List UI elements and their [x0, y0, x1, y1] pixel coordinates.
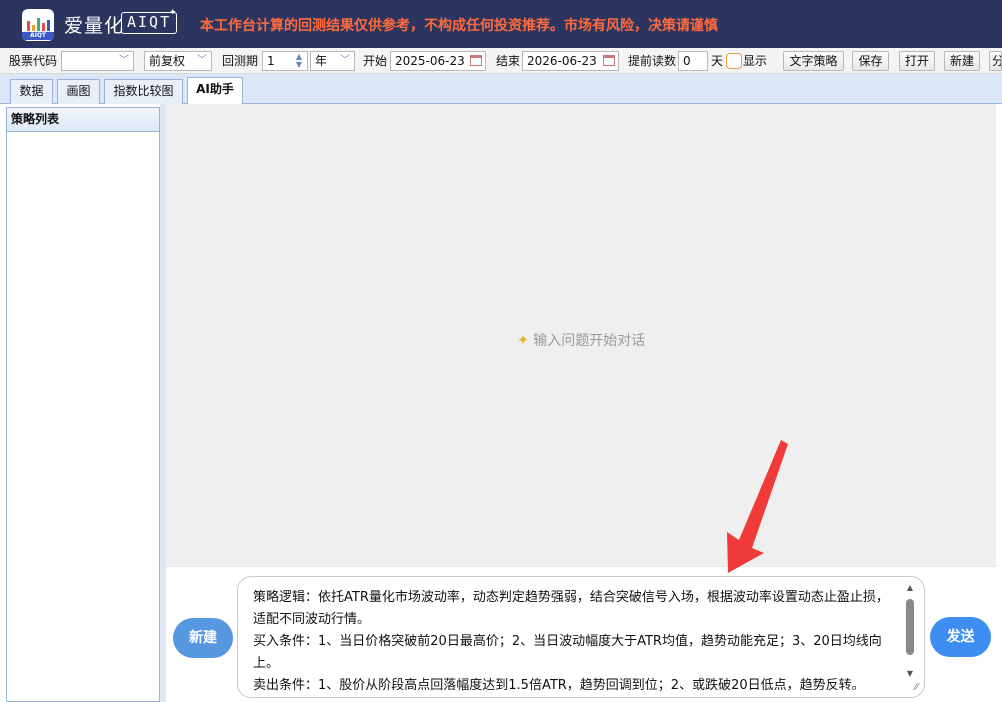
calendar-icon[interactable] — [470, 55, 482, 66]
sparkle-icon: ✦ — [516, 331, 530, 349]
empty-chat-hint: ✦ 输入问题开始对话 — [166, 330, 996, 350]
adjust-select[interactable]: 前复权 ﹀ — [144, 51, 212, 71]
tab-ai-assistant[interactable]: AI助手 — [187, 77, 243, 105]
chat-composer: 新建 策略逻辑：依托ATR量化市场波动率，动态判定趋势强弱，结合突破信号入场，根… — [166, 566, 996, 702]
tab-data[interactable]: 数据 — [10, 79, 53, 104]
chevron-down-icon: ﹀ — [197, 55, 207, 66]
ai-chat-panel: ✦ 输入问题开始对话 新建 策略逻辑：依托ATR量化市场波动率，动态判定趋势强弱，… — [166, 104, 996, 702]
calendar-icon[interactable] — [603, 55, 615, 66]
period-unit-select[interactable]: 年 ﹀ — [310, 51, 355, 71]
period-label: 回测期 — [222, 54, 259, 68]
chat-messages-area: ✦ 输入问题开始对话 — [166, 104, 996, 566]
toolbar: 股票代码 ﹀ 前复权 ﹀ 回测期 1 ▲ ▼ 年 ﹀ 开始 2025-06-23 … — [0, 48, 1002, 74]
end-date-value: 2026-06-23 — [527, 54, 597, 68]
start-date-input[interactable]: 2025-06-23 — [390, 51, 486, 71]
show-checkbox[interactable] — [726, 53, 742, 69]
logo-text: AIQT — [22, 32, 54, 40]
chevron-down-icon: ﹀ — [340, 55, 350, 66]
chat-input-text[interactable]: 策略逻辑：依托ATR量化市场波动率，动态判定趋势强弱，结合突破信号入场，根据波动… — [253, 587, 893, 697]
text-strategy-button[interactable]: 文字策略 — [783, 51, 844, 71]
send-button[interactable]: 发送 — [930, 617, 991, 657]
start-date-value: 2025-06-23 — [395, 54, 465, 68]
preload-input[interactable]: 0 — [678, 51, 708, 71]
brand-name: 爱量化 — [64, 15, 125, 37]
end-label: 结束 — [496, 54, 521, 68]
sparkle-icon: ✦ — [169, 8, 177, 18]
app-logo: AIQT — [22, 9, 54, 41]
chat-input-scrollbar[interactable]: ▲ ▼ — [904, 583, 916, 679]
period-stepper[interactable]: 1 ▲ ▼ — [262, 51, 308, 71]
new-chat-button[interactable]: 新建 — [173, 618, 233, 658]
tab-index-compare[interactable]: 指数比较图 — [104, 79, 183, 104]
period-value: 1 — [267, 54, 275, 68]
resize-handle-icon[interactable]: ⁄⁄ — [915, 682, 918, 693]
stock-code-label: 股票代码 — [9, 54, 58, 68]
open-button[interactable]: 打开 — [899, 51, 935, 71]
chevron-down-icon: ﹀ — [119, 55, 129, 66]
stepper-arrows-icon[interactable]: ▲ ▼ — [292, 52, 306, 70]
app-header: AIQT 爱量化 AIQT ✦ 本工作台计算的回测结果仅供参考，不构成任何投资推… — [0, 0, 1002, 48]
preload-label: 提前读数 — [628, 54, 677, 68]
end-date-input[interactable]: 2026-06-23 — [522, 51, 619, 71]
adjust-value: 前复权 — [149, 54, 186, 68]
preload-unit: 天 — [711, 54, 724, 68]
save-button[interactable]: 保存 — [852, 51, 889, 71]
chat-input[interactable]: 策略逻辑：依托ATR量化市场波动率，动态判定趋势强弱，结合突破信号入场，根据波动… — [237, 576, 925, 698]
tab-draw[interactable]: 画图 — [57, 79, 100, 104]
show-label: 显示 — [743, 54, 768, 68]
split-button[interactable]: 分 — [989, 51, 1002, 71]
period-unit-value: 年 — [315, 54, 328, 68]
start-label: 开始 — [363, 54, 388, 68]
scroll-up-icon[interactable]: ▲ — [904, 583, 916, 593]
new-button[interactable]: 新建 — [944, 51, 980, 71]
tab-bar: 数据 画图 指数比较图 AI助手 — [0, 74, 1002, 105]
stock-code-select[interactable]: ﹀ — [61, 51, 134, 71]
empty-chat-hint-text: 输入问题开始对话 — [533, 333, 646, 349]
scroll-thumb[interactable] — [906, 599, 914, 655]
strategy-list-panel: 策略列表 — [6, 107, 160, 702]
scroll-down-icon[interactable]: ▼ — [904, 669, 916, 679]
risk-notice: 本工作台计算的回测结果仅供参考，不构成任何投资推荐。市场有风险，决策请谨慎 — [200, 18, 718, 34]
strategy-list-title: 策略列表 — [7, 108, 159, 132]
preload-value: 0 — [683, 54, 691, 68]
